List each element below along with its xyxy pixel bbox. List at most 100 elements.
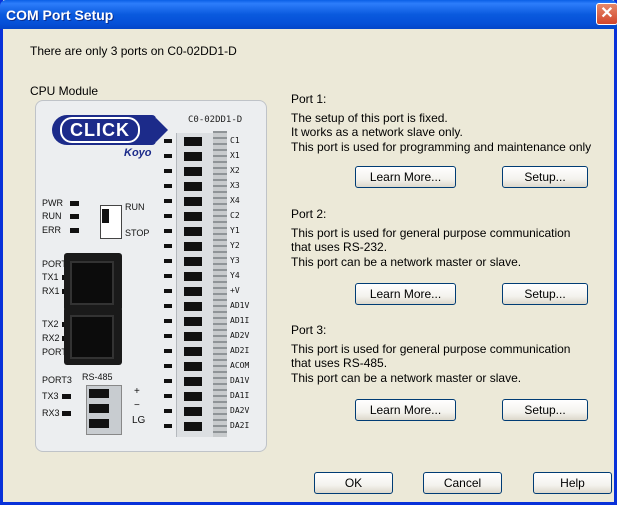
terminal-label: DA2I <box>230 421 250 430</box>
terminal-led <box>164 319 172 323</box>
terminal-screw <box>184 152 202 161</box>
terminal-screw <box>184 227 202 236</box>
run-led <box>70 214 79 219</box>
port1-connector <box>64 253 122 311</box>
switch-knob <box>102 209 109 223</box>
rs485-term <box>89 404 109 413</box>
port2-setup-button[interactable]: Setup... <box>502 283 588 305</box>
port3-label: PORT3 <box>42 375 72 385</box>
rs485-minus-label: − <box>134 400 140 411</box>
terminal-label: DA1V <box>230 376 250 385</box>
port1-title: Port 1: <box>291 92 327 106</box>
terminal-label: Y4 <box>230 271 240 280</box>
brand-text: CLICK <box>60 117 140 143</box>
close-icon: ✕ <box>600 5 614 22</box>
tx3-led <box>62 394 71 399</box>
terminal-label: C1 <box>230 136 240 145</box>
terminal-label: +V <box>230 286 240 295</box>
terminal-label: Y2 <box>230 241 240 250</box>
terminal-screw <box>184 347 202 356</box>
terminal-label: ACOM <box>230 361 250 370</box>
terminal-screw <box>184 362 202 371</box>
terminal-screw <box>184 182 202 191</box>
terminal-label: AD1I <box>230 316 250 325</box>
click-logo: CLICK <box>52 115 168 145</box>
terminal-led <box>164 364 172 368</box>
terminal-screw <box>184 332 202 341</box>
com-port-setup-dialog: COM Port Setup ✕ There are only 3 ports … <box>0 0 617 505</box>
terminal-screw <box>184 407 202 416</box>
port3-title: Port 3: <box>291 323 327 337</box>
terminal-led <box>164 199 172 203</box>
terminal-screw <box>184 257 202 266</box>
terminal-label: DA1I <box>230 391 250 400</box>
rs485-lg-label: LG <box>132 415 146 426</box>
terminal-screw <box>184 167 202 176</box>
ok-button[interactable]: OK <box>314 472 393 494</box>
terminal-led <box>164 289 172 293</box>
terminal-label: AD2I <box>230 346 250 355</box>
terminal-screw <box>184 272 202 281</box>
rx3-label: RX3 <box>42 408 60 418</box>
led-label-pwr: PWR <box>42 198 63 208</box>
terminal-screw <box>184 212 202 221</box>
terminal-screw <box>184 242 202 251</box>
port3-setup-button[interactable]: Setup... <box>502 399 588 421</box>
port3-learn-more-button[interactable]: Learn More... <box>355 399 456 421</box>
terminal-label: C2 <box>230 211 240 220</box>
port2-desc-line: This port can be a network master or sla… <box>291 255 522 269</box>
terminal-screw <box>184 422 202 431</box>
window-title: COM Port Setup <box>6 7 114 23</box>
terminal-label: X3 <box>230 181 240 190</box>
port3-desc-line: that uses RS-485. <box>291 356 388 370</box>
terminal-screw <box>184 197 202 206</box>
terminal-led <box>164 304 172 308</box>
port3-desc-line: This port can be a network master or sla… <box>291 371 522 385</box>
port1-desc-line: This port is used for programming and ma… <box>291 140 592 154</box>
tx2-label: TX2 <box>42 319 59 329</box>
close-button[interactable]: ✕ <box>596 3 617 25</box>
port-count-info: There are only 3 ports on C0-02DD1-D <box>30 44 237 58</box>
terminal-led <box>164 244 172 248</box>
port1-desc-line: It works as a network slave only. <box>291 125 463 139</box>
err-led <box>70 228 79 233</box>
title-bar: COM Port Setup ✕ <box>0 0 617 29</box>
port2-learn-more-button[interactable]: Learn More... <box>355 283 456 305</box>
terminal-led <box>164 214 172 218</box>
terminal-led <box>164 334 172 338</box>
terminal-label: Y3 <box>230 256 240 265</box>
terminal-led <box>164 184 172 188</box>
terminal-led <box>164 169 172 173</box>
cpu-model-label: C0-02DD1-D <box>188 115 243 125</box>
terminal-label: X4 <box>230 196 240 205</box>
rs485-plus-label: + <box>134 386 140 397</box>
port1-setup-button[interactable]: Setup... <box>502 166 588 188</box>
terminal-label: AD1V <box>230 301 250 310</box>
terminal-led <box>164 259 172 263</box>
terminal-label: X1 <box>230 151 240 160</box>
rs485-term <box>89 389 109 398</box>
cancel-button[interactable]: Cancel <box>423 472 502 494</box>
terminal-led <box>164 379 172 383</box>
port2-connector <box>64 307 122 365</box>
terminal-led <box>164 154 172 158</box>
port3-desc-line: This port is used for general purpose co… <box>291 342 571 356</box>
terminal-screw <box>184 137 202 146</box>
cpu-module-label: CPU Module <box>30 84 99 98</box>
terminal-ridge <box>213 131 227 437</box>
rx2-label: RX2 <box>42 333 60 343</box>
port2-desc-line: This port is used for general purpose co… <box>291 226 571 240</box>
terminal-led <box>164 274 172 278</box>
terminal-screw <box>184 392 202 401</box>
help-button[interactable]: Help <box>533 472 612 494</box>
terminal-label: AD2V <box>230 331 250 340</box>
terminal-label: DA2V <box>230 406 250 415</box>
port1-learn-more-button[interactable]: Learn More... <box>355 166 456 188</box>
switch-stop-label: STOP <box>125 228 150 238</box>
terminal-screw <box>184 377 202 386</box>
led-label-run: RUN <box>42 211 62 221</box>
maker-text: Koyo <box>124 147 152 159</box>
rs485-term <box>89 419 109 428</box>
led-label-err: ERR <box>42 225 62 235</box>
rs485-label: RS-485 <box>82 372 113 382</box>
